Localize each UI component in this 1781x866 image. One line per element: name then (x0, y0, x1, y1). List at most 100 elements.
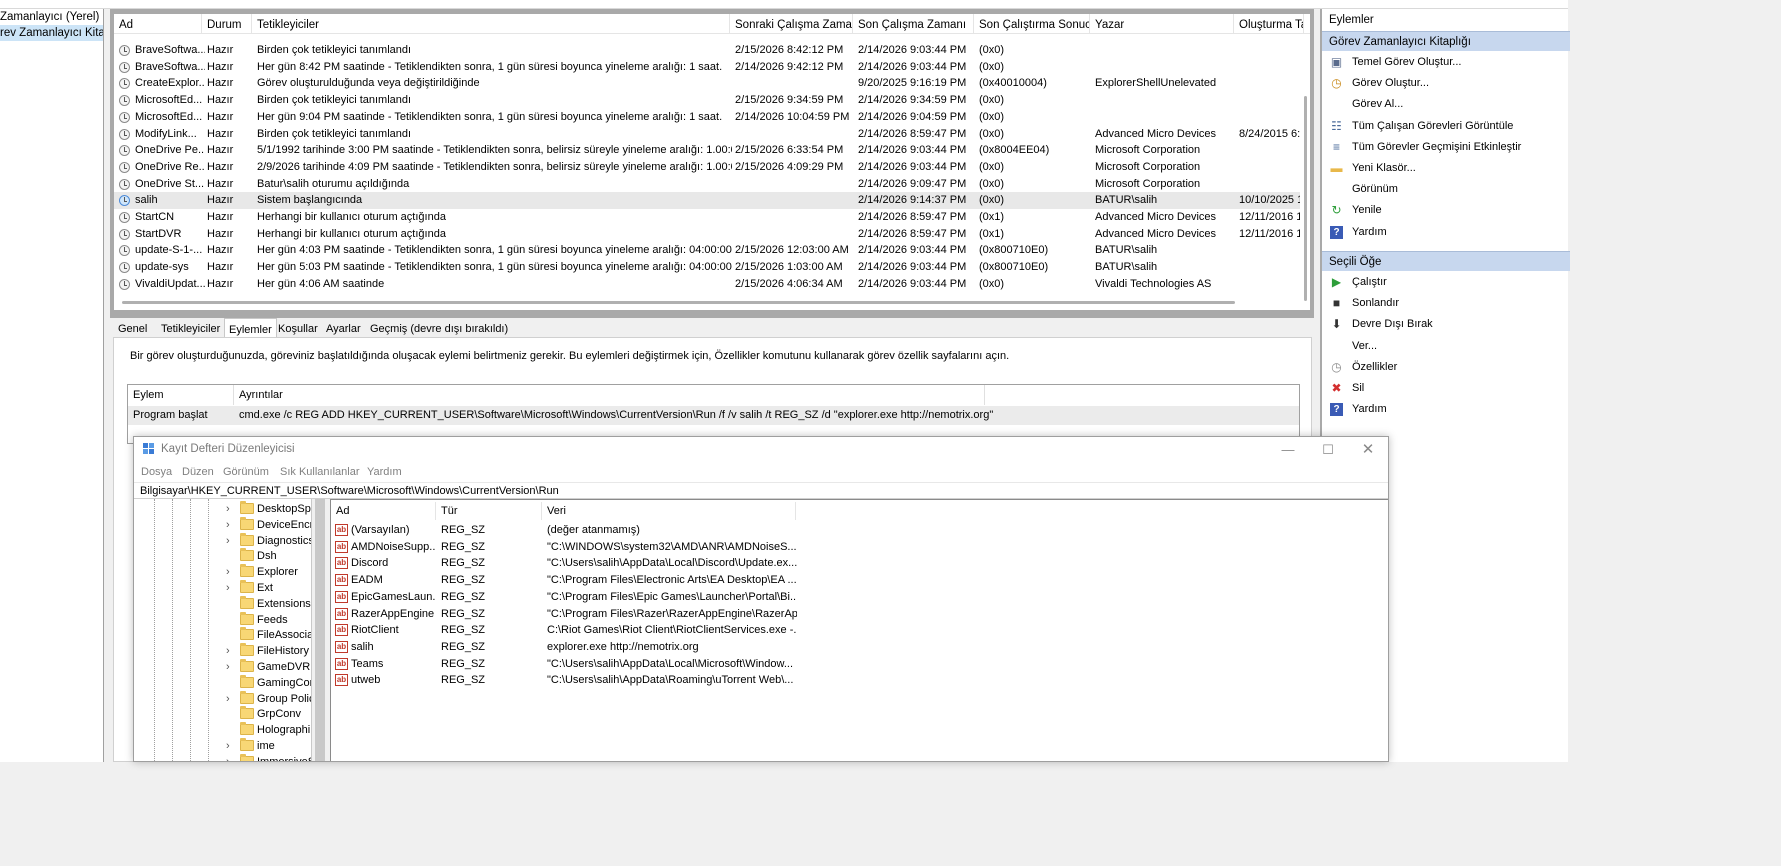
registry-value-row[interactable]: ab (Varsayılan) REG_SZ (değer atanmamış) (331, 522, 1388, 539)
action-t-m-g-revler-ge-mi-ini-etkinle-tir[interactable]: ≡ Tüm Görevler Geçmişini Etkinleştir (1322, 137, 1570, 158)
task-row[interactable]: BraveSoftwa... Hazır Her gün 8:42 PM saati… (114, 59, 1304, 76)
task-list[interactable]: Ad Durum Tetikleyiciler Sonraki Çalışma … (110, 9, 1314, 314)
task-row[interactable]: OneDrive Re... Hazır 2/9/2026 tarihinde 4:… (114, 159, 1304, 176)
action-sil[interactable]: ✖ Sil (1322, 378, 1570, 399)
action-yard-m[interactable]: ? Yardım (1322, 399, 1570, 420)
registry-value-row[interactable]: ab salih REG_SZ explorer.exe http://nemotri… (331, 639, 1388, 656)
registry-value-row[interactable]: ab Discord REG_SZ "C:\Users\salih\AppData\L… (331, 555, 1388, 572)
action-g-rev-olu-tur[interactable]: ◷ Görev Oluştur... (1322, 73, 1570, 94)
column-header-name[interactable]: Ad (114, 14, 202, 34)
task-cell-result: (0x0) (979, 44, 1005, 56)
tree-item-local-scheduler[interactable]: Zamanlayıcı (Yerel) (0, 9, 103, 25)
task-row[interactable]: update-S-1-... Hazır Her gün 4:03 PM saati… (114, 242, 1304, 259)
task-row[interactable]: VivaldiUpdat... Hazır Her gün 4:06 AM saat… (114, 276, 1304, 293)
chevron-right-icon[interactable]: › (226, 659, 236, 675)
action-temel-g-rev-olu-tur[interactable]: ▣ Temel Görev Oluştur... (1322, 52, 1570, 73)
task-row[interactable]: OneDrive St... Hazır Batur\salih oturumu a… (114, 176, 1304, 193)
task-cell-author (1095, 109, 1236, 125)
action-al-t-r[interactable]: ▶ Çalıştır (1322, 272, 1570, 293)
column-header-action[interactable]: Eylem (128, 385, 234, 405)
task-row[interactable]: MicrosoftEd... Hazır Birden çok tetikleyic… (114, 92, 1304, 109)
task-row[interactable]: ModifyLink... Hazır Birden çok tetikleyici… (114, 126, 1306, 143)
chevron-right-icon[interactable]: › (226, 691, 236, 707)
maximize-button[interactable]: ☐ (1315, 440, 1341, 460)
task-row[interactable]: BraveSoftwa... Hazır Birden çok tetikleyic… (114, 42, 1304, 59)
chevron-right-icon[interactable]: › (226, 533, 236, 549)
close-button[interactable]: ✕ (1355, 440, 1381, 460)
action-t-m-al-an-g-revleri-g-r-nt-le[interactable]: ☷ Tüm Çalışan Görevleri Görüntüle (1322, 116, 1570, 137)
action-yard-m[interactable]: ? Yardım (1322, 222, 1570, 243)
menu-file[interactable]: Dosya (141, 466, 172, 478)
chevron-right-icon[interactable]: › (226, 580, 236, 596)
chevron-right-icon[interactable]: › (226, 564, 236, 580)
library-tree[interactable]: Zamanlayıcı (Yerel) rev Zamanlayıcı Kita… (0, 9, 104, 762)
registry-title-bar[interactable]: Kayıt Defteri Düzenleyicisi — ☐ ✕ (134, 437, 1388, 463)
tree-item-scheduler-library[interactable]: rev Zamanlayıcı Kitaplı (0, 25, 103, 41)
registry-key-tree[interactable]: › DesktopSpo › DeviceEncr › Diagnostics Dsh › Ex… (134, 499, 312, 761)
action-sonland-r[interactable]: ■ Sonlandır (1322, 293, 1570, 314)
task-clock-icon (119, 145, 130, 157)
horizontal-scrollbar-thumb[interactable] (122, 301, 1235, 304)
action-g-r-n-m[interactable]: Görünüm (1322, 179, 1570, 200)
column-header-details[interactable]: Ayrıntılar (234, 385, 985, 405)
column-header-last-run[interactable]: Son Çalışma Zamanı (853, 14, 974, 34)
task-row[interactable]: StartCN Hazır Herhangi bir kullanıcı oturu… (114, 209, 1304, 226)
menu-favorites[interactable]: Sık Kullanılanlar (280, 466, 360, 478)
menu-view[interactable]: Görünüm (223, 466, 269, 478)
registry-values-list[interactable]: Ad Tür Veri ab (Varsayılan) REG_SZ (değer a… (330, 499, 1388, 761)
registry-editor-window[interactable]: Kayıt Defteri Düzenleyicisi — ☐ ✕ Dosya … (133, 436, 1389, 762)
action-devre-d-b-rak[interactable]: ⬇ Devre Dışı Bırak (1322, 314, 1570, 335)
action-ver[interactable]: Ver... (1322, 336, 1570, 357)
chevron-right-icon[interactable]: › (226, 517, 236, 533)
column-header-status[interactable]: Durum (202, 14, 252, 34)
registry-value-row[interactable]: ab Teams REG_SZ "C:\Users\salih\AppData\Loc… (331, 656, 1388, 673)
task-row[interactable]: CreateExplor... Hazır Görev oluşturulduğun… (114, 75, 1304, 92)
task-row[interactable]: salih Hazır Sistem başlangıcında 2/14/2026 … (114, 192, 1306, 209)
action-row[interactable]: Program başlat cmd.exe /c REG ADD HKEY_C… (128, 406, 1299, 425)
action-g-rev-al[interactable]: Görev Al... (1322, 94, 1570, 115)
registry-value-row[interactable]: ab utweb REG_SZ "C:\Users\salih\AppData\Roa… (331, 672, 1388, 689)
action-yenile[interactable]: ↻ Yenile (1322, 200, 1570, 221)
column-header-value-type[interactable]: Tür (436, 502, 542, 520)
task-row[interactable]: OneDrive Pe... Hazır 5/1/1992 tarihinde 3:… (114, 142, 1304, 159)
actions-table[interactable]: Eylem Ayrıntılar Program başlat cmd.exe … (127, 384, 1300, 444)
column-header-last-result[interactable]: Son Çalıştırma Sonucu (974, 14, 1090, 34)
tree-guide-line (190, 499, 191, 761)
registry-value-type: REG_SZ (441, 590, 486, 603)
section-header-selected-item[interactable]: Seçili Öğe (1322, 251, 1570, 271)
tree-scrollbar-thumb[interactable] (315, 499, 325, 761)
registry-value-row[interactable]: ab EpicGamesLaun... REG_SZ "C:\Program File… (331, 589, 1388, 606)
registry-address-bar[interactable]: Bilgisayar\HKEY_CURRENT_USER\Software\Mi… (134, 482, 1388, 499)
minimize-button[interactable]: — (1275, 440, 1301, 460)
column-header-triggers[interactable]: Tetikleyiciler (252, 14, 730, 34)
task-row[interactable]: StartDVR Hazır Herhangi bir kullanıcı otur… (114, 226, 1304, 243)
chevron-right-icon[interactable]: › (226, 754, 236, 761)
vertical-scrollbar-thumb[interactable] (1304, 96, 1307, 301)
task-clock-icon (119, 111, 130, 123)
task-row[interactable]: update-sys Hazır Her gün 5:03 PM saatinde … (114, 259, 1304, 276)
vertical-scrollbar[interactable] (1300, 36, 1310, 306)
column-header-value-name[interactable]: Ad (331, 502, 436, 520)
task-cell-status: Hazır (207, 160, 234, 173)
task-cell-status: Hazır (207, 261, 234, 274)
column-header-author[interactable]: Yazar (1090, 14, 1234, 34)
section-header-library[interactable]: Görev Zamanlayıcı Kitaplığı (1322, 31, 1570, 51)
chevron-right-icon[interactable]: › (226, 501, 236, 517)
menu-help[interactable]: Yardım (367, 466, 402, 478)
tree-scrollbar[interactable] (312, 499, 330, 761)
action-zellikler[interactable]: ◷ Özellikler (1322, 357, 1570, 378)
action-yeni-klas-r[interactable]: ▬ Yeni Klasör... (1322, 158, 1570, 179)
task-cell-result: (0x800710E0) (979, 244, 1049, 257)
chevron-right-icon[interactable]: › (226, 643, 236, 659)
column-header-next-run[interactable]: Sonraki Çalışma Zamanı (730, 14, 853, 34)
chevron-right-icon[interactable]: › (226, 738, 236, 754)
menu-edit[interactable]: Düzen (182, 466, 214, 478)
column-header-created[interactable]: Oluşturma Ta (1234, 14, 1304, 34)
registry-value-row[interactable]: ab RiotClient REG_SZ C:\Riot Games\Riot Cli… (331, 622, 1388, 639)
registry-value-row[interactable]: ab AMDNoiseSupp... REG_SZ "C:\WINDOWS\syste… (331, 539, 1388, 556)
task-cell-status: Hazır (207, 144, 234, 157)
column-header-value-data[interactable]: Veri (542, 502, 796, 520)
task-row[interactable]: MicrosoftEd... Hazır Her gün 9:04 PM saati… (114, 109, 1304, 126)
registry-value-row[interactable]: ab EADM REG_SZ "C:\Program Files\Electronic… (331, 572, 1388, 589)
registry-value-row[interactable]: ab RazerAppEngine REG_SZ "C:\Program Files\… (331, 606, 1388, 623)
